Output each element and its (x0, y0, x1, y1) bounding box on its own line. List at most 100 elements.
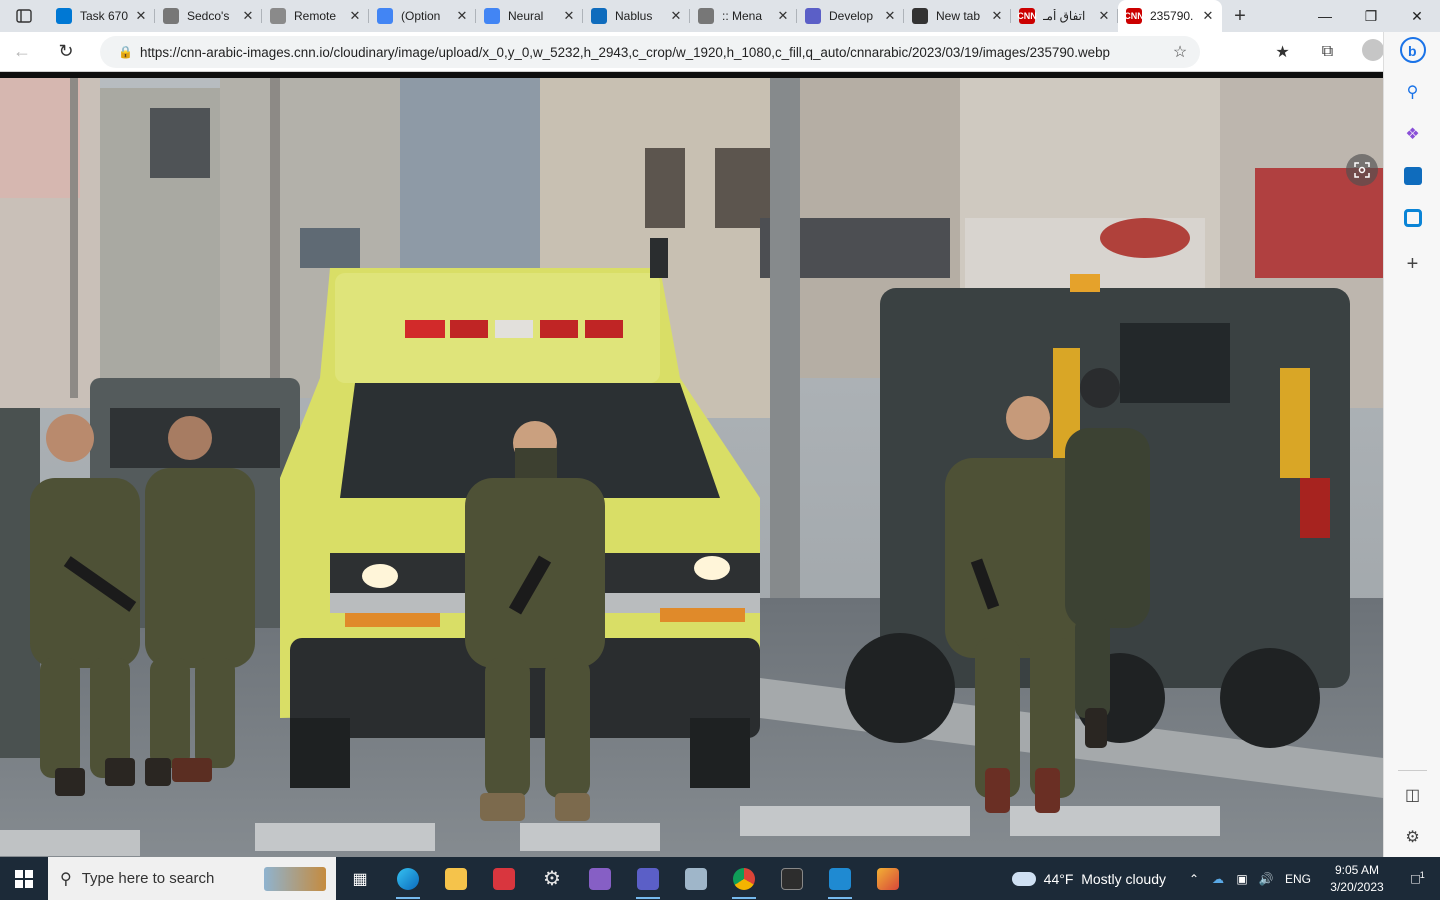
office-icon (1403, 209, 1422, 227)
taskbar-app-colorful[interactable] (864, 857, 912, 900)
add-sidebar-app-button[interactable]: + (1384, 249, 1440, 279)
outlook-icon (1403, 167, 1422, 185)
url-text[interactable]: https://cnn-arabic-images.cnn.io/cloudin… (140, 45, 1160, 60)
language-indicator[interactable]: ENG (1278, 872, 1318, 886)
add-favorite-icon[interactable]: ☆ (1160, 42, 1200, 62)
visual-search-icon (1354, 162, 1370, 178)
tab-title: Remote (294, 9, 337, 23)
tab-title: Nablus (615, 9, 653, 23)
restore-button[interactable]: ❐ (1348, 0, 1394, 32)
tab-title: Neural (508, 9, 544, 23)
browser-tab[interactable]: Neural ✕ (476, 0, 583, 32)
plus-icon: + (1406, 252, 1419, 275)
gear-icon: ⚙ (1405, 829, 1420, 846)
close-tab-icon[interactable]: ✕ (1096, 8, 1112, 24)
taskbar-remote-desktop[interactable] (672, 857, 720, 900)
chrome-c-icon (484, 8, 500, 24)
close-tab-icon[interactable]: ✕ (989, 8, 1005, 24)
tab-title: Sedco's (187, 9, 230, 23)
close-tab-icon[interactable]: ✕ (775, 8, 791, 24)
weather-text: Mostly cloudy (1081, 870, 1166, 887)
close-tab-icon[interactable]: ✕ (1200, 8, 1216, 24)
cloud-icon (1011, 871, 1036, 886)
taskbar-edge[interactable] (384, 857, 432, 900)
notification-center-button[interactable]: □1 (1396, 870, 1440, 887)
taskbar-terminal[interactable] (768, 857, 816, 900)
taskbar-teams[interactable] (624, 857, 672, 900)
remote-desktop-icon (270, 8, 286, 24)
close-tab-icon[interactable]: ✕ (240, 8, 256, 24)
discover-icon: ❖ (1405, 126, 1420, 143)
taskbar-chrome[interactable] (720, 857, 768, 900)
folder-icon (445, 867, 467, 890)
task-view-button[interactable]: ▦ (336, 857, 384, 900)
news-photo[interactable] (0, 78, 1383, 857)
azure-devops-icon (56, 8, 72, 24)
favorites-icon[interactable]: ★ (1260, 42, 1305, 62)
window-controls: — ❐ ✕ (1302, 0, 1440, 32)
address-bar[interactable]: 🔒 https://cnn-arabic-images.cnn.io/cloud… (100, 36, 1200, 68)
volume-icon[interactable]: 🔊 (1254, 872, 1278, 886)
close-tab-icon[interactable]: ✕ (668, 8, 684, 24)
clock[interactable]: 9:05 AM 3/20/2023 (1318, 862, 1396, 896)
close-tab-icon[interactable]: ✕ (561, 8, 577, 24)
refresh-button[interactable]: ↻ (44, 41, 88, 62)
close-tab-icon[interactable]: ✕ (454, 8, 470, 24)
sidebar-divider (1398, 770, 1427, 771)
media-app-icon (493, 867, 515, 890)
onedrive-icon[interactable]: ☁ (1206, 872, 1230, 886)
taskbar-search[interactable]: ⚲ Type here to search (48, 857, 336, 900)
clock-time: 9:05 AM (1334, 862, 1380, 877)
chrome-c-icon (377, 8, 393, 24)
search-icon: ⚲ (1406, 84, 1419, 101)
collections-icon[interactable]: ⧉ (1305, 43, 1350, 61)
close-tab-icon[interactable]: ✕ (882, 8, 898, 24)
taskbar-settings[interactable]: ⚙ (528, 857, 576, 900)
taskbar-search-placeholder: Type here to search (81, 870, 215, 887)
close-window-button[interactable]: ✕ (1394, 0, 1440, 32)
teams-icon (637, 867, 659, 890)
office-sidebar-button[interactable] (1384, 203, 1440, 233)
tab-title: Task 670 (80, 9, 129, 23)
start-button[interactable] (0, 857, 48, 900)
browser-tab[interactable]: New tab ✕ (904, 0, 1011, 32)
new-tab-icon (912, 8, 928, 24)
windows-logo-icon (15, 869, 33, 888)
browser-tab[interactable]: Task 670 ✕ (48, 0, 155, 32)
back-button[interactable]: ← (0, 41, 44, 62)
minimize-button[interactable]: — (1302, 0, 1348, 32)
weather-widget[interactable]: 44°F Mostly cloudy (1011, 870, 1166, 887)
browser-tab[interactable]: (Option ✕ (369, 0, 476, 32)
new-tab-button[interactable]: + (1222, 5, 1258, 28)
page-icon (698, 8, 714, 24)
browser-tab[interactable]: Nablus ✕ (583, 0, 690, 32)
image-viewer (0, 72, 1383, 857)
taskbar-vscode[interactable] (816, 857, 864, 900)
remote-desktop-icon (685, 867, 707, 890)
discover-sidebar-button[interactable]: ❖ (1384, 119, 1440, 149)
windows-taskbar: ⚲ Type here to search ▦ ⚙ 44°F Mostly cl… (0, 857, 1440, 900)
taskbar-app-red[interactable] (480, 857, 528, 900)
chevron-up-icon[interactable]: ⌃ (1182, 872, 1206, 886)
browser-tab[interactable]: Develop ✕ (797, 0, 904, 32)
tab-title: :: Mena (722, 9, 763, 23)
browser-tab[interactable]: Sedco's ✕ (155, 0, 262, 32)
vscode-icon (829, 867, 851, 890)
close-tab-icon[interactable]: ✕ (347, 8, 363, 24)
taskbar-visual-studio[interactable] (576, 857, 624, 900)
browser-tab[interactable]: CNN 235790. ✕ (1118, 0, 1222, 32)
bing-chat-button[interactable]: b (1384, 35, 1440, 65)
visual-search-button[interactable] (1346, 154, 1378, 186)
browser-tab[interactable]: Remote ✕ (262, 0, 369, 32)
close-tab-icon[interactable]: ✕ (133, 8, 149, 24)
search-sidebar-button[interactable]: ⚲ (1384, 77, 1440, 107)
tab-actions-button[interactable] (0, 0, 48, 32)
taskbar-file-explorer[interactable] (432, 857, 480, 900)
outlook-sidebar-button[interactable] (1384, 161, 1440, 191)
browser-tab[interactable]: :: Mena ✕ (690, 0, 797, 32)
network-icon[interactable]: ▣ (1230, 872, 1254, 886)
lock-icon[interactable]: 🔒 (118, 45, 140, 59)
browser-tab[interactable]: CNN اتفاق أمـ ✕ (1011, 0, 1118, 32)
hide-sidebar-button[interactable]: ◫ (1384, 780, 1440, 810)
sidebar-settings-button[interactable]: ⚙ (1384, 822, 1440, 852)
